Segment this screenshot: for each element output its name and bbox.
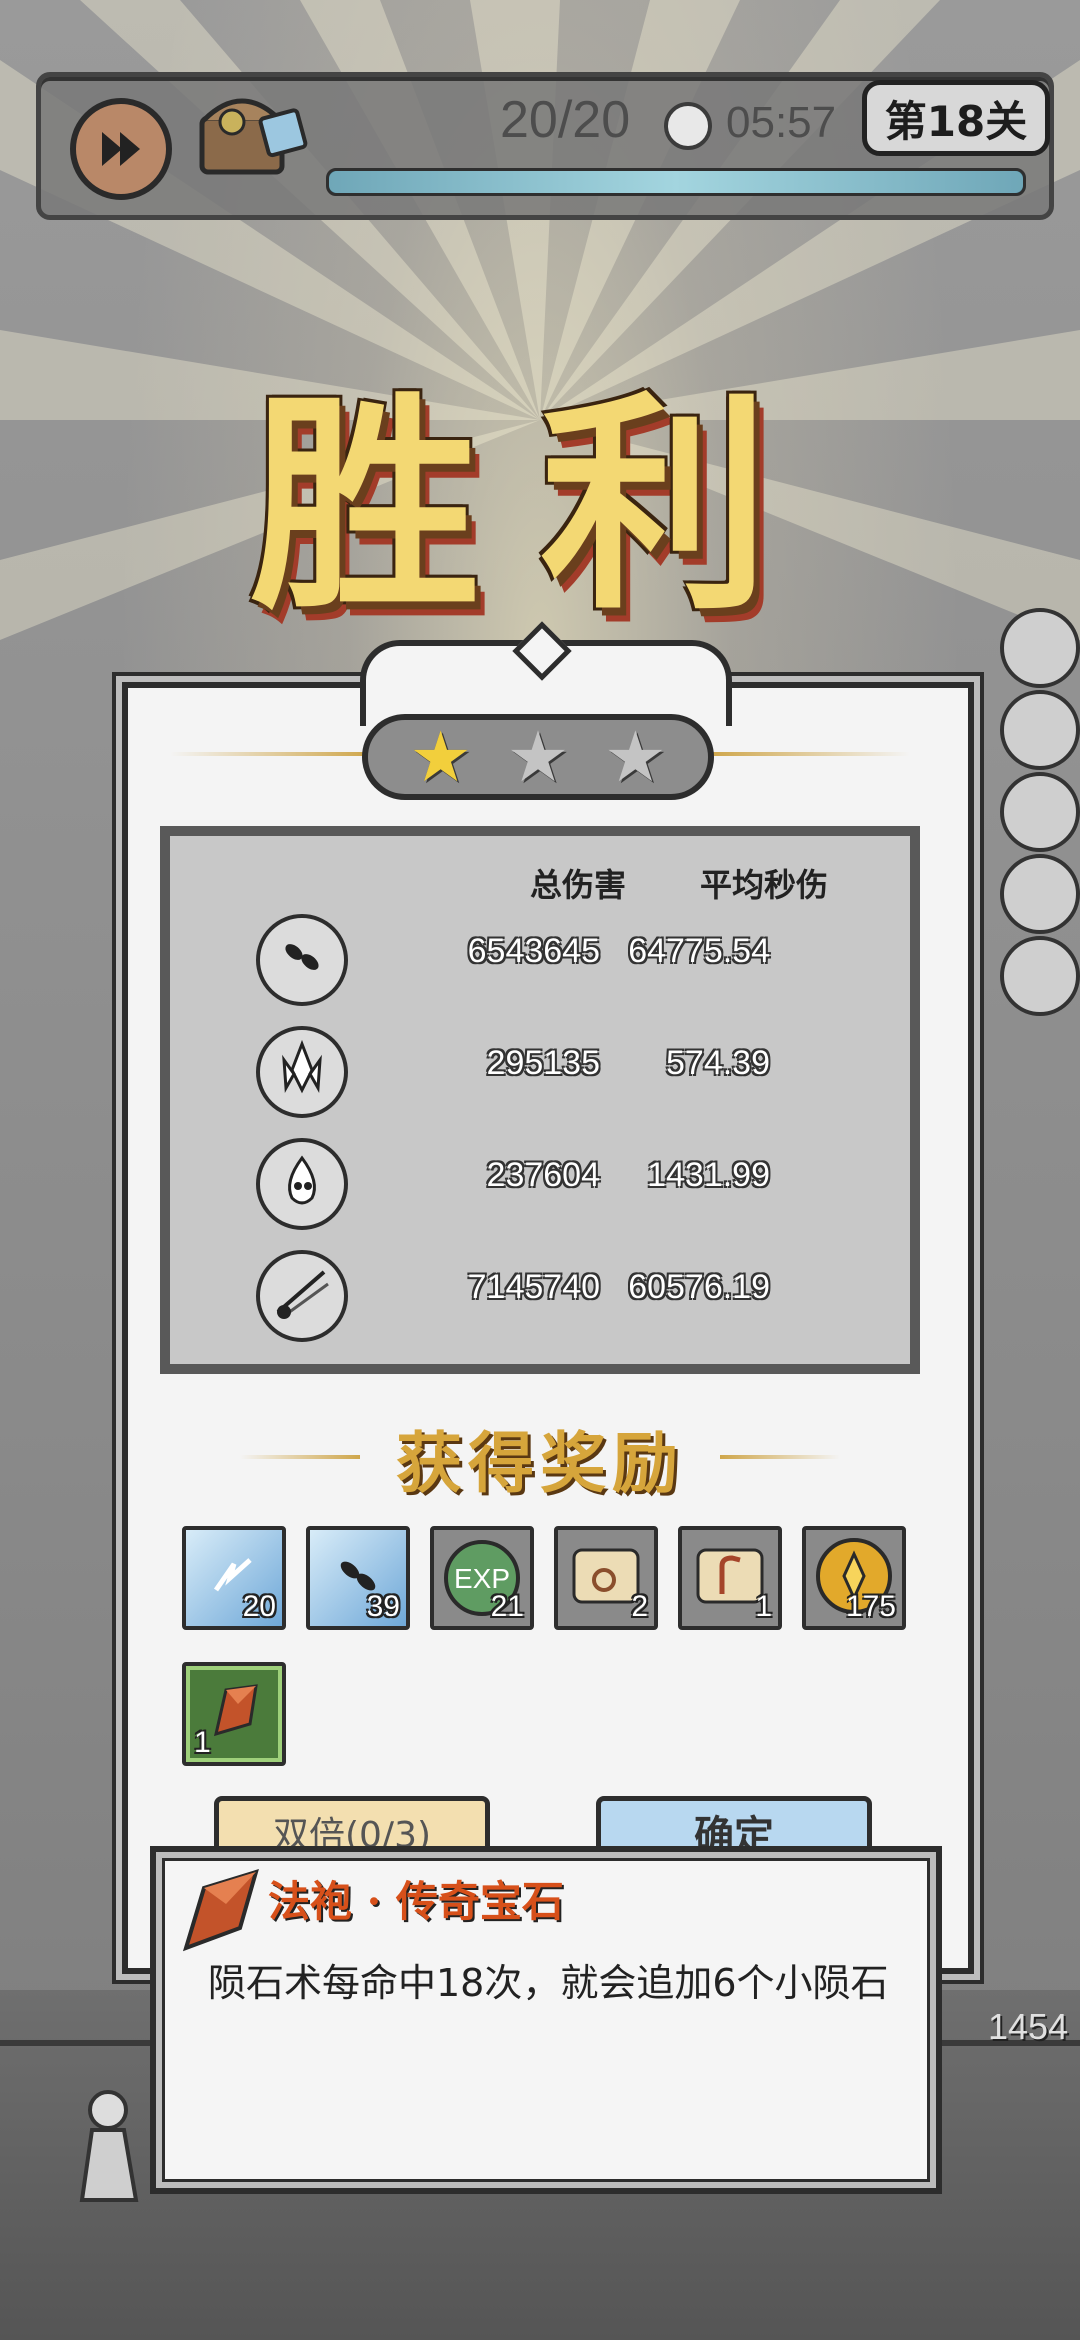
ice-crystal-icon — [256, 1026, 348, 1118]
side-skill-icon-5[interactable] — [1000, 936, 1080, 1016]
damage-stats-table: 总伤害 平均秒伤 6543645 64775.54 295135 574.39 … — [160, 826, 920, 1374]
comet-icon — [256, 1250, 348, 1342]
gold-divider-right — [710, 752, 910, 756]
legendary-gem-icon — [182, 1869, 259, 1952]
stat-dps: 64775.54 — [628, 932, 770, 970]
side-skill-icon-4[interactable] — [1000, 854, 1080, 934]
reward-item[interactable]: EXP 21 — [430, 1526, 534, 1630]
stat-dps: 60576.19 — [628, 1268, 770, 1306]
header-total-damage: 总伤害 — [530, 866, 627, 904]
hero-character — [79, 2090, 139, 2202]
table-row: 6543645 64775.54 — [170, 914, 910, 1006]
stat-dps: 574.39 — [666, 1044, 770, 1082]
side-skill-icon-3[interactable] — [1000, 772, 1080, 852]
side-skill-icon-2[interactable] — [1000, 690, 1080, 770]
reward-item[interactable]: 39 — [306, 1526, 410, 1630]
table-row: 7145740 60576.19 — [170, 1250, 910, 1342]
clock-icon — [664, 102, 712, 150]
reward-count: 21 — [490, 1590, 524, 1623]
wave-progress-bar — [326, 168, 1026, 196]
poison-drop-icon — [256, 1138, 348, 1230]
star-rating: ★ ★ ★ — [362, 714, 714, 800]
reward-count: 2 — [631, 1590, 648, 1623]
reward-item[interactable]: 1 — [678, 1526, 782, 1630]
reward-count: 39 — [366, 1590, 400, 1623]
wave-counter: 20/20 — [500, 91, 631, 149]
battlefield-counter: 1454 — [988, 2006, 1069, 2047]
stat-total: 7145740 — [467, 1268, 600, 1306]
stat-total: 295135 — [486, 1044, 600, 1082]
fast-forward-icon — [102, 132, 140, 166]
elapsed-time: 05:57 — [726, 98, 837, 147]
star-icon: ★ — [409, 716, 473, 798]
reward-count: 1 — [194, 1726, 211, 1759]
star-icon: ★ — [506, 716, 570, 798]
header-avg-dps: 平均秒伤 — [700, 866, 829, 904]
reward-count: 20 — [242, 1590, 276, 1623]
rewards-title: 获得奖励 — [396, 1424, 684, 1502]
treasure-chest-icon[interactable] — [192, 88, 310, 180]
victory-title: 胜利 — [250, 371, 830, 641]
tooltip-description: 陨石术每命中18次，就会追加6个小陨石 — [208, 1961, 889, 2005]
stat-total: 237604 — [486, 1156, 600, 1194]
gold-divider-left — [170, 752, 370, 756]
reward-count: 1 — [755, 1590, 772, 1623]
reward-item[interactable]: 175 — [802, 1526, 906, 1630]
reward-count: 175 — [845, 1590, 896, 1623]
meteor-icon — [256, 914, 348, 1006]
tooltip-title: 法袍 · 传奇宝石 — [268, 1877, 564, 1926]
reward-item[interactable]: 2 — [554, 1526, 658, 1630]
reward-item[interactable]: 1 — [182, 1662, 286, 1766]
star-icon: ★ — [603, 716, 667, 798]
stat-dps: 1431.99 — [647, 1156, 770, 1194]
side-skill-icon-1[interactable] — [1000, 608, 1080, 688]
stat-total: 6543645 — [467, 932, 600, 970]
reward-item[interactable]: 20 — [182, 1526, 286, 1630]
table-row: 295135 574.39 — [170, 1026, 910, 1118]
level-badge: 第18关 — [862, 80, 1050, 156]
fast-forward-button[interactable] — [70, 98, 172, 200]
wave-progress-fill — [329, 171, 1023, 193]
table-row: 237604 1431.99 — [170, 1138, 910, 1230]
